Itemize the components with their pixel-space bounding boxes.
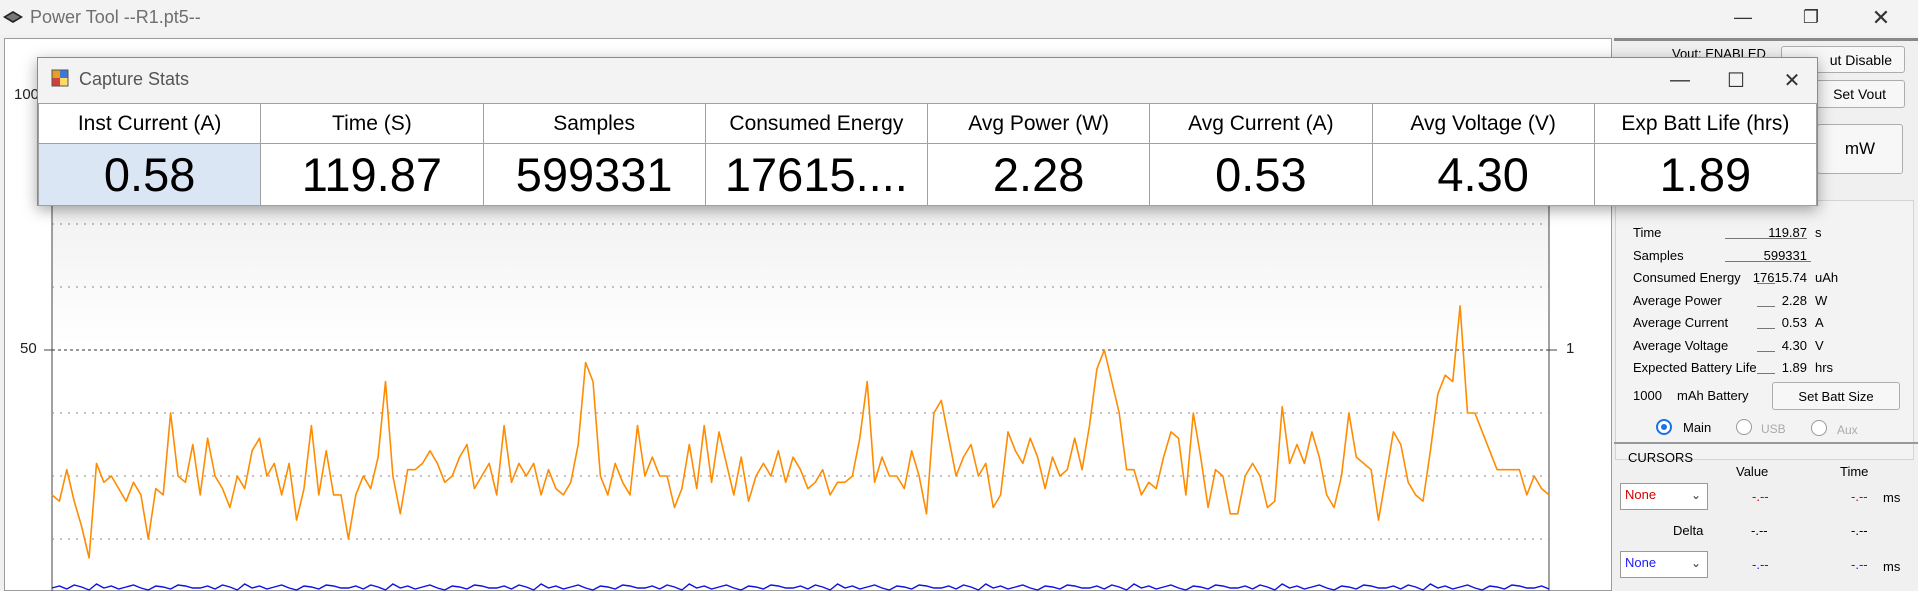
capture-stats-table: Inst Current (A) Time (S) Samples Consum…: [37, 103, 1818, 206]
battery-label: mAh Battery: [1677, 388, 1749, 403]
radio-main[interactable]: [1656, 419, 1672, 435]
stat-label: Expected Battery Life: [1633, 360, 1757, 375]
stat-row: Average Current 0.53 A: [1633, 315, 1873, 337]
stat-unit: W: [1815, 293, 1828, 308]
value-inst-current[interactable]: 0.58: [37, 143, 262, 206]
stat-unit: A: [1815, 315, 1824, 330]
window-app-icon: [51, 69, 69, 87]
radio-main-label: Main: [1683, 420, 1712, 435]
header-avg-power: Avg Power (W): [926, 103, 1151, 144]
stat-label: Time: [1633, 225, 1662, 240]
cursor1-select-value: None: [1625, 487, 1657, 502]
minimize-button[interactable]: —: [1714, 0, 1772, 35]
stat-leader-line: [1757, 306, 1775, 307]
cursor2-select[interactable]: None ⌄: [1620, 551, 1708, 578]
cursor1-time: -.--: [1851, 489, 1868, 504]
cursors-col-time: Time: [1840, 464, 1869, 479]
stat-row: Samples 599331: [1633, 248, 1873, 270]
chevron-down-icon: ⌄: [1690, 488, 1701, 502]
radio-usb-label: USB: [1761, 422, 1786, 436]
cursor2-unit: ms: [1883, 559, 1901, 574]
value-time[interactable]: 119.87: [260, 143, 484, 206]
stat-value: 4.30: [1781, 338, 1807, 353]
series-current-line: [51, 305, 1550, 559]
capture-stats-close-button[interactable]: ✕: [1764, 58, 1820, 103]
header-samples: Samples: [482, 103, 706, 144]
delta-value: -.--: [1751, 523, 1768, 538]
cursor2-time: -.--: [1851, 557, 1868, 572]
delta-time: -.--: [1851, 523, 1868, 538]
stat-leader-line: [1757, 373, 1775, 374]
capture-stats-header-row: Inst Current (A) Time (S) Samples Consum…: [37, 103, 1818, 144]
header-consumed-energy: Consumed Energy: [704, 103, 929, 144]
capture-stats-title: Capture Stats: [79, 69, 190, 89]
value-exp-batt-life[interactable]: 1.89: [1593, 143, 1818, 206]
stat-row: Time 119.87 s: [1633, 225, 1873, 247]
close-button[interactable]: ✕: [1852, 0, 1910, 35]
header-time: Time (S): [260, 103, 484, 144]
stat-row: Consumed Energy 17615.74 uAh: [1633, 270, 1873, 292]
stat-value: 1.89: [1781, 360, 1807, 375]
capture-stats-minimize-button[interactable]: —: [1652, 58, 1708, 103]
stat-value: 2.28: [1781, 293, 1807, 308]
capture-stats-window[interactable]: Capture Stats — ☐ ✕ Inst Current (A) Tim…: [37, 57, 1818, 206]
series-voltage-line: [51, 583, 1550, 591]
chevron-down-icon: ⌄: [1690, 556, 1701, 570]
header-avg-current: Avg Current (A): [1149, 103, 1373, 144]
stat-unit: uAh: [1815, 270, 1839, 285]
stat-label: Average Current: [1633, 315, 1729, 330]
header-exp-batt-life: Exp Batt Life (hrs): [1593, 103, 1818, 144]
stat-value: 599331: [1763, 248, 1807, 263]
stat-leader-line: [1757, 328, 1775, 329]
panel-top-border: [1614, 38, 1918, 41]
stat-value: 119.87: [1768, 225, 1807, 240]
stat-label: Average Voltage: [1633, 338, 1729, 353]
value-consumed-energy[interactable]: 17615....: [704, 143, 929, 206]
stat-row: Expected Battery Life 1.89 hrs: [1633, 360, 1873, 382]
radio-aux-label: Aux: [1837, 423, 1858, 437]
stat-label: Samples: [1633, 248, 1684, 263]
stat-row: Average Power 2.28 W: [1633, 293, 1873, 315]
header-inst-current: Inst Current (A): [37, 103, 262, 144]
stat-unit: hrs: [1815, 360, 1834, 375]
delta-label: Delta: [1673, 523, 1704, 538]
cursors-title: CURSORS: [1628, 450, 1694, 465]
stat-value: 0.53: [1781, 315, 1807, 330]
cursors-col-value: Value: [1736, 464, 1769, 479]
restore-button[interactable]: ❐: [1782, 0, 1840, 35]
stat-row: Average Voltage 4.30 V: [1633, 338, 1873, 360]
header-avg-voltage: Avg Voltage (V): [1371, 103, 1595, 144]
series-group: [51, 305, 1550, 591]
radio-aux[interactable]: [1811, 420, 1827, 436]
value-avg-current[interactable]: 0.53: [1149, 143, 1373, 206]
stat-unit: s: [1815, 225, 1822, 240]
stat-value: 17615.74: [1752, 270, 1807, 285]
radio-usb[interactable]: [1736, 419, 1752, 435]
set-batt-size-button[interactable]: Set Batt Size: [1772, 382, 1900, 410]
cursor1-select[interactable]: None ⌄: [1620, 483, 1708, 510]
cursors-divider: [1614, 442, 1918, 444]
battery-capacity: 1000: [1633, 388, 1662, 403]
stat-leader-line: [1757, 351, 1775, 352]
stat-unit: V: [1815, 338, 1824, 353]
stat-label: Average Power: [1633, 293, 1722, 308]
capture-stats-maximize-button[interactable]: ☐: [1708, 58, 1764, 103]
value-avg-power[interactable]: 2.28: [926, 143, 1151, 206]
cursor2-select-value: None: [1625, 555, 1657, 570]
grid-lines: [52, 223, 1549, 540]
unit-toggle-button[interactable]: mW: [1817, 124, 1903, 174]
cursor1-value: -.--: [1752, 489, 1769, 504]
value-avg-voltage[interactable]: 4.30: [1371, 143, 1595, 206]
capture-stats-value-row: 0.58 119.87 599331 17615.... 2.28 0.53 4…: [37, 143, 1818, 206]
cursor1-unit: ms: [1883, 490, 1901, 505]
cursor2-value: -.--: [1752, 557, 1769, 572]
stat-label: Consumed Energy: [1633, 270, 1741, 285]
vout-status-label: Vout: ENABLED: [1672, 46, 1766, 57]
value-samples[interactable]: 599331: [482, 143, 706, 206]
capture-stats-title-bar[interactable]: Capture Stats — ☐ ✕: [38, 58, 1817, 103]
